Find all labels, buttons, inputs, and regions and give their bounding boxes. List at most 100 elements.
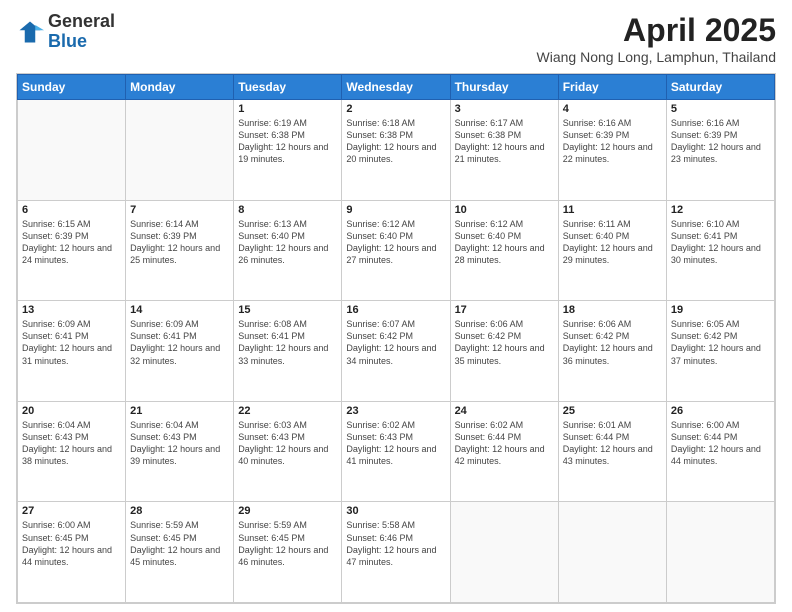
day-of-week-friday: Friday [558,75,666,100]
calendar-cell: 9Sunrise: 6:12 AMSunset: 6:40 PMDaylight… [342,200,450,301]
day-info: Sunrise: 6:02 AMSunset: 6:43 PMDaylight:… [346,419,445,468]
info-line: Sunrise: 6:02 AM [346,419,445,431]
calendar-cell [666,502,774,603]
info-line: Sunset: 6:42 PM [671,330,770,342]
info-line: Sunset: 6:45 PM [22,532,121,544]
day-of-week-monday: Monday [126,75,234,100]
day-info: Sunrise: 6:03 AMSunset: 6:43 PMDaylight:… [238,419,337,468]
title-location: Wiang Nong Long, Lamphun, Thailand [537,49,776,65]
week-row-1: 1Sunrise: 6:19 AMSunset: 6:38 PMDaylight… [18,100,775,201]
info-line: Daylight: 12 hours and 31 minutes. [22,342,121,366]
info-line: Daylight: 12 hours and 36 minutes. [563,342,662,366]
info-line: Daylight: 12 hours and 44 minutes. [22,544,121,568]
info-line: Sunset: 6:38 PM [346,129,445,141]
info-line: Sunset: 6:42 PM [563,330,662,342]
day-number: 17 [455,304,554,316]
info-line: Sunset: 6:40 PM [563,230,662,242]
info-line: Sunset: 6:46 PM [346,532,445,544]
calendar-cell: 8 Sunrise: 6:13 AMSunset: 6:40 PMDaylight… [234,200,342,301]
logo-text: General Blue [48,12,115,52]
info-line: Daylight: 12 hours and 24 minutes. [22,242,121,266]
info-line: Daylight: 12 hours and 25 minutes. [130,242,229,266]
info-line: Daylight: 12 hours and 42 minutes. [455,443,554,467]
info-line: Sunset: 6:44 PM [455,431,554,443]
logo: General Blue [16,12,115,52]
info-line: Sunrise: 6:00 AM [671,419,770,431]
day-info: Sunrise: 6:11 AMSunset: 6:40 PMDaylight:… [563,218,662,267]
logo-icon [16,18,44,46]
calendar-cell: 3Sunrise: 6:17 AMSunset: 6:38 PMDaylight… [450,100,558,201]
day-number: 28 [130,505,229,517]
calendar-cell: 29Sunrise: 5:59 AMSunset: 6:45 PMDayligh… [234,502,342,603]
calendar-cell: 1Sunrise: 6:19 AMSunset: 6:38 PMDaylight… [234,100,342,201]
calendar: SundayMondayTuesdayWednesdayThursdayFrid… [16,73,776,604]
calendar-cell: 16Sunrise: 6:07 AMSunset: 6:42 PMDayligh… [342,301,450,402]
calendar-cell: 18Sunrise: 6:06 AMSunset: 6:42 PMDayligh… [558,301,666,402]
day-info: Sunrise: 6:06 AMSunset: 6:42 PMDaylight:… [455,318,554,367]
info-line: Sunrise: 6:15 AM [22,218,121,230]
calendar-body: 1Sunrise: 6:19 AMSunset: 6:38 PMDaylight… [18,100,775,603]
day-of-week-sunday: Sunday [18,75,126,100]
calendar-cell: 26Sunrise: 6:00 AMSunset: 6:44 PMDayligh… [666,401,774,502]
calendar-table: SundayMondayTuesdayWednesdayThursdayFrid… [17,74,775,603]
calendar-cell: 6Sunrise: 6:15 AMSunset: 6:39 PMDaylight… [18,200,126,301]
calendar-cell: 12 Sunrise: 6:10 AMSunset: 6:41 PMDayligh… [666,200,774,301]
calendar-cell: 20Sunrise: 6:04 AMSunset: 6:43 PMDayligh… [18,401,126,502]
info-line: Daylight: 12 hours and 34 minutes. [346,342,445,366]
day-info: Sunrise: 6:04 AMSunset: 6:43 PMDaylight:… [130,419,229,468]
info-line: Sunset: 6:44 PM [563,431,662,443]
info-line: Sunrise: 6:05 AM [671,318,770,330]
info-line: Sunset: 6:43 PM [238,431,337,443]
day-info: Sunrise: 6:13 AMSunset: 6:40 PMDaylight:… [238,218,337,267]
day-number: 9 [346,204,445,216]
info-line: Sunset: 6:39 PM [130,230,229,242]
calendar-cell: 11Sunrise: 6:11 AMSunset: 6:40 PMDayligh… [558,200,666,301]
week-row-3: 13Sunrise: 6:09 AMSunset: 6:41 PMDayligh… [18,301,775,402]
info-line: Daylight: 12 hours and 33 minutes. [238,342,337,366]
calendar-cell: 28 Sunrise: 5:59 AMSunset: 6:45 PMDayligh… [126,502,234,603]
calendar-cell: 21Sunrise: 6:04 AMSunset: 6:43 PMDayligh… [126,401,234,502]
week-row-5: 27Sunrise: 6:00 AMSunset: 6:45 PMDayligh… [18,502,775,603]
info-line: Daylight: 12 hours and 29 minutes. [563,242,662,266]
calendar-cell [558,502,666,603]
calendar-cell [450,502,558,603]
info-line: Daylight: 12 hours and 45 minutes. [130,544,229,568]
day-number: 15 [238,304,337,316]
day-info: Sunrise: 6:17 AMSunset: 6:38 PMDaylight:… [455,117,554,166]
info-line: Sunrise: 6:17 AM [455,117,554,129]
info-line: Sunrise: 6:12 AM [455,218,554,230]
day-info: Sunrise: 5:59 AMSunset: 6:45 PMDaylight:… [130,519,229,568]
info-line: Daylight: 12 hours and 19 minutes. [238,141,337,165]
info-line: Sunset: 6:38 PM [455,129,554,141]
info-line: Sunset: 6:45 PM [130,532,229,544]
info-line: Daylight: 12 hours and 38 minutes. [22,443,121,467]
week-row-2: 6Sunrise: 6:15 AMSunset: 6:39 PMDaylight… [18,200,775,301]
info-line: Sunrise: 6:04 AM [22,419,121,431]
day-number: 26 [671,405,770,417]
day-info: Sunrise: 6:15 AMSunset: 6:39 PMDaylight:… [22,218,121,267]
day-number: 19 [671,304,770,316]
day-of-week-saturday: Saturday [666,75,774,100]
logo-general: General [48,12,115,32]
info-line: Daylight: 12 hours and 32 minutes. [130,342,229,366]
day-number: 12 [671,204,770,216]
calendar-cell: 5Sunrise: 6:16 AMSunset: 6:39 PMDaylight… [666,100,774,201]
info-line: Daylight: 12 hours and 27 minutes. [346,242,445,266]
header: General Blue April 2025 Wiang Nong Long,… [16,12,776,65]
info-line: Sunrise: 5:58 AM [346,519,445,531]
day-number: 8 [238,204,337,216]
info-line: Sunset: 6:43 PM [22,431,121,443]
info-line: Sunset: 6:42 PM [455,330,554,342]
info-line: Sunset: 6:43 PM [130,431,229,443]
info-line: Sunrise: 6:16 AM [671,117,770,129]
day-number: 27 [22,505,121,517]
calendar-cell: 24Sunrise: 6:02 AMSunset: 6:44 PMDayligh… [450,401,558,502]
info-line: Daylight: 12 hours and 39 minutes. [130,443,229,467]
info-line: Sunrise: 6:14 AM [130,218,229,230]
info-line: Sunset: 6:42 PM [346,330,445,342]
day-number: 2 [346,103,445,115]
day-number: 30 [346,505,445,517]
day-info: Sunrise: 6:10 AMSunset: 6:41 PMDaylight:… [671,218,770,267]
calendar-cell [126,100,234,201]
calendar-cell: 13Sunrise: 6:09 AMSunset: 6:41 PMDayligh… [18,301,126,402]
